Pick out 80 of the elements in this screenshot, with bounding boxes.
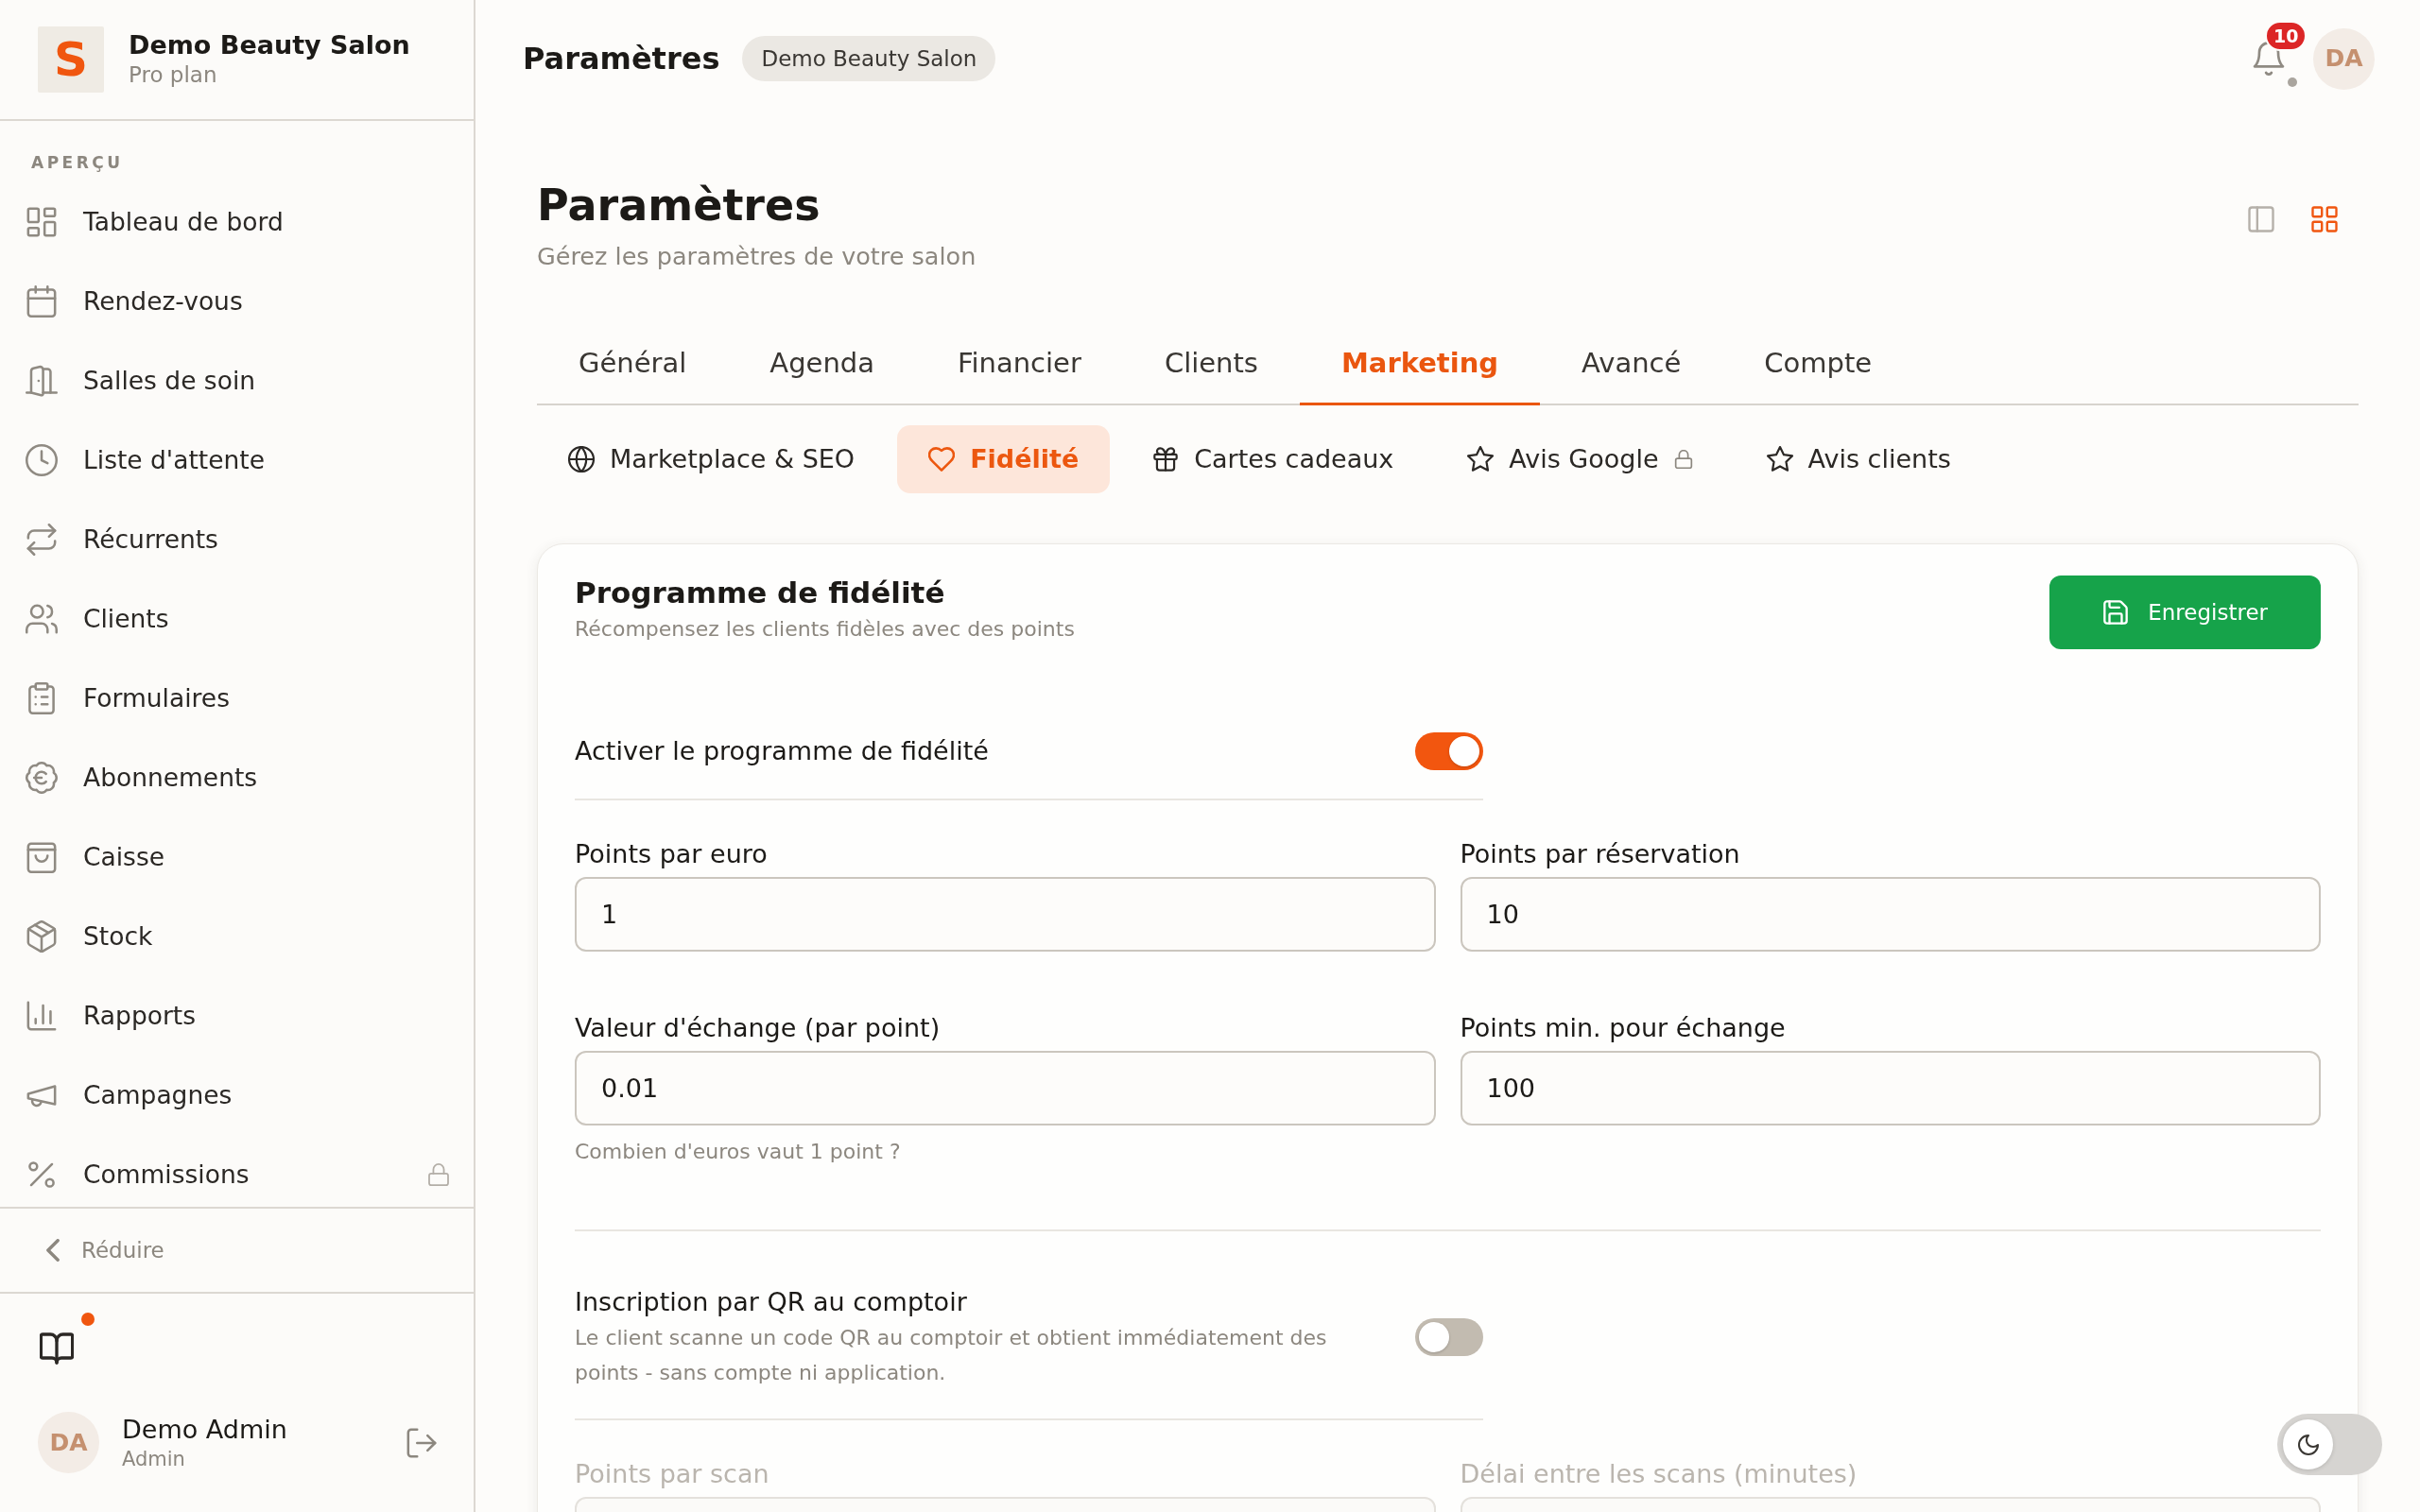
- panel-icon[interactable]: [2247, 205, 2275, 233]
- euro-icon: [26, 762, 58, 794]
- help-text: Combien d'euros vaut 1 point ?: [575, 1139, 902, 1165]
- notification-badge: 10: [2265, 21, 2308, 51]
- users-icon: [26, 603, 58, 635]
- app-logo: S: [38, 26, 104, 93]
- field-label: Points par réservation: [1460, 838, 1741, 870]
- repeat-icon: [26, 524, 58, 556]
- sidebar-item[interactable]: Campagnes: [0, 1064, 474, 1126]
- tab[interactable]: Marketing: [1299, 321, 1541, 405]
- subtab[interactable]: Avis Google: [1436, 425, 1724, 493]
- tab[interactable]: Général: [537, 321, 729, 405]
- sidebar-item[interactable]: Salles de soin: [0, 350, 474, 412]
- sidebar-item[interactable]: Abonnements: [0, 747, 474, 809]
- sidebar-item[interactable]: Récurrents: [0, 508, 474, 571]
- book-icon[interactable]: [40, 1332, 74, 1366]
- sidebar-item[interactable]: Stock: [0, 905, 474, 968]
- user-avatar: DA: [38, 1412, 99, 1473]
- subtab[interactable]: Marketplace & SEO: [537, 425, 887, 493]
- save-icon: [2102, 599, 2130, 626]
- door-icon: [26, 365, 58, 397]
- bell-icon[interactable]: [2252, 42, 2286, 76]
- page-subtitle: Gérez les paramètres de votre salon: [537, 241, 977, 272]
- page-title: Paramètres: [537, 180, 821, 232]
- star-icon: [1766, 446, 1793, 472]
- sidebar-item[interactable]: Commissions: [0, 1143, 474, 1206]
- input-field[interactable]: 10: [1460, 877, 2321, 952]
- bag-icon: [26, 841, 58, 873]
- user-role: Admin: [122, 1447, 186, 1472]
- status-dot-icon: [2288, 77, 2297, 87]
- section-label: APERÇU: [31, 152, 124, 174]
- sidebar-item[interactable]: Tableau de bord: [0, 191, 474, 253]
- tab[interactable]: Avancé: [1540, 321, 1723, 405]
- sidebar-item[interactable]: Liste d'attente: [0, 429, 474, 491]
- tab[interactable]: Financier: [915, 321, 1123, 405]
- calendar-icon: [26, 285, 58, 318]
- logout-icon[interactable]: [406, 1426, 438, 1459]
- setting-description: Le client scanne un code QR au comptoir et obtient immédiatement des points - sans compte ni application.: [575, 1325, 1328, 1386]
- section-subtitle: Récompensez les clients fidèles avec des points: [575, 616, 1075, 643]
- moon-icon: [2296, 1433, 2320, 1456]
- clock-icon: [26, 444, 58, 476]
- sidebar-item[interactable]: Clients: [0, 588, 474, 650]
- input-field[interactable]: 100: [1460, 1051, 2321, 1125]
- sidebar-item[interactable]: Rendez-vous: [0, 270, 474, 333]
- tab[interactable]: Clients: [1122, 321, 1300, 405]
- sidebar-item[interactable]: Formulaires: [0, 667, 474, 730]
- tab[interactable]: Compte: [1722, 321, 1914, 405]
- subtab[interactable]: Avis clients: [1735, 425, 1982, 493]
- grid-icon: [26, 206, 58, 238]
- field-label: Points par scan: [575, 1458, 770, 1490]
- user-name: Demo Admin: [122, 1414, 287, 1446]
- toggle-switch[interactable]: [1415, 732, 1483, 770]
- salon-badge: Demo Beauty Salon: [742, 36, 996, 81]
- clipboard-icon: [26, 682, 58, 714]
- salon-name: Demo Beauty Salon: [129, 29, 410, 61]
- toggle-switch[interactable]: [1415, 1318, 1483, 1356]
- percent-icon: [26, 1159, 58, 1191]
- section-title: Programme de fidélité: [575, 576, 946, 610]
- grid-icon[interactable]: [2310, 205, 2339, 233]
- field-label: Points par euro: [575, 838, 769, 870]
- star-icon: [1467, 446, 1495, 472]
- input-field[interactable]: 0.01: [575, 1051, 1436, 1125]
- input-field[interactable]: 1: [575, 877, 1436, 952]
- subtab[interactable]: Cartes cadeaux: [1121, 425, 1426, 493]
- topbar-title: Paramètres: [523, 40, 720, 78]
- sidebar-item[interactable]: Rapports: [0, 985, 474, 1047]
- gift-icon: [1152, 446, 1180, 472]
- field-label: Délai entre les scans (minutes): [1460, 1458, 1858, 1490]
- setting-label: Activer le programme de fidélité: [575, 735, 989, 767]
- package-icon: [26, 920, 58, 953]
- heart-icon: [928, 446, 956, 472]
- sidebar-item[interactable]: Caisse: [0, 826, 474, 888]
- plan-label: Pro plan: [129, 60, 218, 89]
- setting-label: Inscription par QR au comptoir: [575, 1286, 968, 1318]
- field-label: Points min. pour échange: [1460, 1012, 1787, 1044]
- chart-icon: [26, 1000, 58, 1032]
- tab[interactable]: Agenda: [728, 321, 916, 405]
- chevron-left-icon: [43, 1239, 62, 1262]
- field-label: Valeur d'échange (par point): [575, 1012, 942, 1044]
- globe-icon: [568, 446, 595, 472]
